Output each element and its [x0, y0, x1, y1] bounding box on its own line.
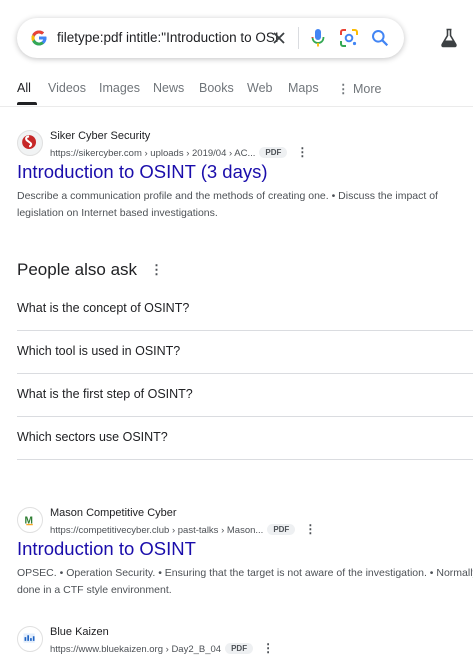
paa-question[interactable]: What is the concept of OSINT? [17, 288, 473, 331]
paa-question[interactable]: What is the first step of OSINT? [17, 374, 473, 417]
site-url-row: https://competitivecyber.club › past-tal… [50, 522, 316, 536]
tab-images[interactable]: Images [99, 81, 140, 95]
result-title-link[interactable]: Introduction to OSINT [17, 538, 473, 560]
tab-videos[interactable]: Videos [48, 81, 86, 95]
search-bar[interactable]: filetype:pdf intitle:"Introduction to OS… [17, 18, 404, 58]
active-tab-indicator [17, 102, 37, 105]
kebab-icon[interactable]: ⋮ [150, 262, 163, 278]
google-g-icon [31, 30, 47, 46]
tab-all[interactable]: All [17, 81, 31, 95]
tab-news[interactable]: News [153, 81, 184, 95]
tab-web[interactable]: Web [247, 81, 272, 95]
tab-more[interactable]: ⋮ More [337, 81, 381, 96]
site-name: Blue Kaizen [50, 626, 109, 638]
close-icon[interactable] [271, 30, 287, 46]
result-snippet: Describe a communication profile and the… [17, 190, 438, 219]
paa-question-text: What is the concept of OSINT? [17, 301, 190, 315]
site-url: https://sikercyber.com › uploads › 2019/… [50, 148, 256, 159]
flask-icon[interactable] [440, 28, 458, 48]
site-url: https://www.bluekaizen.org › Day2_B_04 [50, 644, 222, 655]
search-result: M Mason Competitive Cyber https://compet… [17, 507, 473, 599]
pdf-badge: PDF [225, 643, 254, 654]
site-name: Siker Cyber Security [50, 130, 151, 142]
site-favicon [17, 626, 43, 652]
tab-books[interactable]: Books [199, 81, 234, 95]
people-also-ask-heading: People also ask [17, 260, 138, 279]
search-input[interactable]: filetype:pdf intitle:"Introduction to OS… [57, 30, 279, 45]
result-source[interactable]: Siker Cyber Security https://sikercyber.… [17, 130, 473, 159]
site-favicon: M [17, 507, 43, 533]
kebab-icon[interactable]: ⋮ [296, 145, 308, 159]
tab-more-label: More [352, 82, 382, 96]
paa-question-text: Which sectors use OSINT? [17, 430, 168, 444]
microphone-icon[interactable] [310, 28, 326, 48]
result-source[interactable]: Blue Kaizen https://www.bluekaizen.org ›… [17, 626, 473, 655]
site-favicon [17, 130, 43, 156]
result-source[interactable]: M Mason Competitive Cyber https://compet… [17, 507, 473, 536]
search-icon[interactable] [371, 29, 389, 47]
divider [298, 27, 299, 49]
site-url-row: https://www.bluekaizen.org › Day2_B_04 PD… [50, 641, 274, 655]
site-url-row: https://sikercyber.com › uploads › 2019/… [50, 145, 308, 159]
site-name: Mason Competitive Cyber [50, 507, 177, 519]
camera-lens-icon[interactable] [339, 28, 359, 48]
paa-question[interactable]: Which tool is used in OSINT? [17, 331, 473, 374]
tab-maps[interactable]: Maps [288, 81, 319, 95]
paa-question-text: What is the first step of OSINT? [17, 387, 193, 401]
search-tabs: All Videos Images News Books Web Maps ⋮ … [0, 80, 473, 107]
paa-question-text: Which tool is used in OSINT? [17, 344, 181, 358]
result-title-link[interactable]: Introduction to OSINT (3 days) [17, 161, 473, 183]
pdf-badge: PDF [259, 147, 288, 158]
search-result: Siker Cyber Security https://sikercyber.… [17, 130, 473, 222]
search-result: Blue Kaizen https://www.bluekaizen.org ›… [17, 626, 473, 655]
paa-question[interactable]: Which sectors use OSINT? [17, 417, 473, 460]
kebab-icon[interactable]: ⋮ [304, 522, 316, 536]
result-snippet: OPSEC. • Operation Security. • Ensuring … [17, 567, 473, 596]
kebab-icon[interactable]: ⋮ [262, 641, 274, 655]
kebab-icon: ⋮ [337, 82, 350, 96]
pdf-badge: PDF [267, 524, 296, 535]
site-url: https://competitivecyber.club › past-tal… [50, 525, 264, 536]
